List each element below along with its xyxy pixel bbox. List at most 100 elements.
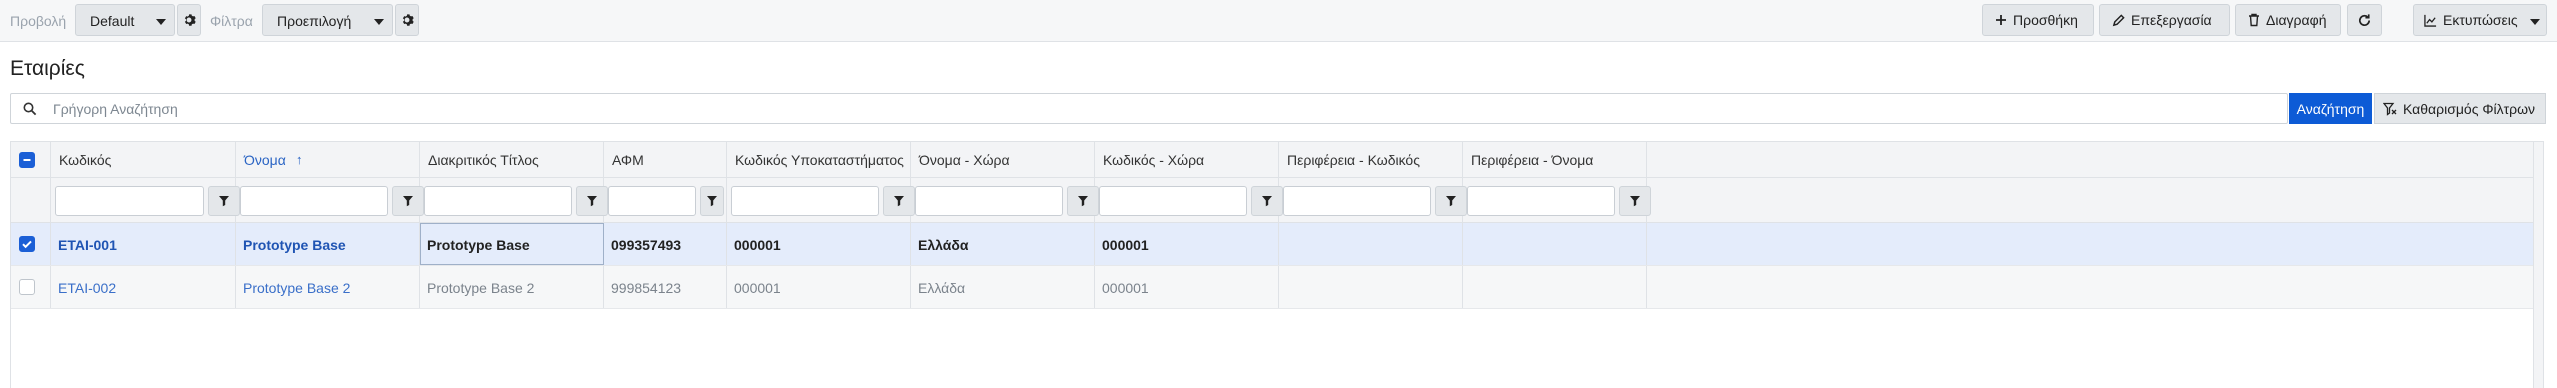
cell-region-code bbox=[1279, 266, 1463, 308]
clear-filters-button[interactable]: Καθαρισμός Φίλτρων bbox=[2374, 93, 2546, 124]
filter-input-name[interactable] bbox=[240, 186, 388, 216]
select-all-checkbox[interactable] bbox=[19, 152, 35, 168]
cell-branch-code: 000001 bbox=[727, 223, 911, 265]
quick-search-input[interactable] bbox=[53, 95, 2253, 122]
filter-input-region-code[interactable] bbox=[1283, 186, 1431, 216]
gear-icon bbox=[402, 14, 414, 26]
cell-name: Prototype Base 2 bbox=[236, 266, 420, 308]
filter-button-vat[interactable] bbox=[700, 186, 724, 216]
plus-icon bbox=[1996, 15, 2006, 25]
caret-down-icon bbox=[374, 19, 384, 25]
filter-button-region-name[interactable] bbox=[1619, 186, 1651, 216]
caret-down-icon bbox=[156, 19, 166, 25]
cell-distinctive-title[interactable]: Prototype Base bbox=[420, 223, 604, 265]
grid-filter-row bbox=[11, 178, 2543, 223]
filter-input-country-name[interactable] bbox=[915, 186, 1063, 216]
filter-clear-icon bbox=[2383, 102, 2397, 116]
clear-filters-label: Καθαρισμός Φίλτρων bbox=[2403, 100, 2536, 117]
column-header-label: ΑΦΜ bbox=[612, 152, 644, 168]
companies-grid: Κωδικός Όνομα ↑ Διακριτικός Τίτλος ΑΦΜ Κ… bbox=[10, 141, 2544, 388]
company-code-link[interactable]: ETAI-001 bbox=[58, 237, 117, 253]
filter-input-branch-code[interactable] bbox=[731, 186, 879, 216]
cell-region-name bbox=[1463, 266, 1647, 308]
print-dropdown[interactable]: Εκτυπώσεις bbox=[2413, 4, 2547, 36]
pencil-icon bbox=[2112, 13, 2125, 26]
column-header-region-name[interactable]: Περιφέρεια - Όνομα bbox=[1463, 142, 1647, 177]
filter-icon bbox=[219, 196, 229, 207]
cell-value: 000001 bbox=[1102, 237, 1149, 253]
column-header-label: Όνομα bbox=[244, 152, 286, 168]
filter-cell-country-name bbox=[911, 178, 1099, 222]
search-icon bbox=[23, 102, 37, 116]
quick-search-box bbox=[10, 93, 2288, 124]
row-checkbox[interactable] bbox=[19, 279, 35, 295]
view-dropdown[interactable]: Default bbox=[75, 4, 175, 36]
filter-cell-region-name bbox=[1463, 178, 1651, 222]
page-title: Εταιρίες bbox=[10, 57, 85, 80]
minus-icon bbox=[23, 159, 31, 161]
view-settings-button[interactable] bbox=[177, 4, 201, 36]
cell-code: ETAI-002 bbox=[51, 266, 236, 308]
column-header-code[interactable]: Κωδικός bbox=[51, 142, 236, 177]
filter-input-vat[interactable] bbox=[608, 186, 696, 216]
column-header-country-name[interactable]: Όνομα - Χώρα bbox=[911, 142, 1095, 177]
filter-dropdown-value: Προεπιλογή bbox=[277, 13, 352, 29]
row-checkbox[interactable] bbox=[19, 236, 35, 252]
print-dropdown-label: Εκτυπώσεις bbox=[2443, 12, 2518, 28]
delete-button[interactable]: Διαγραφή bbox=[2235, 4, 2341, 36]
column-header-branch-code[interactable]: Κωδικός Υποκαταστήματος bbox=[727, 142, 911, 177]
filter-settings-button[interactable] bbox=[395, 4, 419, 36]
filter-cell-code bbox=[51, 178, 240, 222]
cell-code: ETAI-001 bbox=[51, 223, 236, 265]
table-row[interactable]: ETAI-002 Prototype Base 2 Prototype Base… bbox=[11, 266, 2543, 309]
row-select-cell bbox=[11, 223, 51, 265]
filter-icon bbox=[403, 196, 413, 207]
filter-cell-vat bbox=[604, 178, 727, 222]
filter-cell-branch-code bbox=[727, 178, 915, 222]
filter-input-country-code[interactable] bbox=[1099, 186, 1247, 216]
column-header-vat[interactable]: ΑΦΜ bbox=[604, 142, 727, 177]
column-header-name[interactable]: Όνομα ↑ bbox=[236, 142, 420, 177]
select-all-cell bbox=[11, 142, 51, 177]
filter-input-code[interactable] bbox=[55, 186, 204, 216]
view-dropdown-value: Default bbox=[90, 13, 135, 29]
trash-icon bbox=[2249, 13, 2259, 27]
grid-vertical-scrollbar[interactable] bbox=[2533, 142, 2543, 388]
column-header-distinctive-title[interactable]: Διακριτικός Τίτλος bbox=[420, 142, 604, 177]
cell-distinctive-title: Prototype Base 2 bbox=[420, 266, 604, 308]
refresh-icon bbox=[2359, 13, 2371, 26]
cell-value: Ελλάδα bbox=[918, 237, 969, 253]
cell-value: 000001 bbox=[734, 280, 781, 296]
edit-button-label: Επεξεργασία bbox=[2131, 12, 2212, 28]
company-name-link[interactable]: Prototype Base bbox=[243, 237, 346, 253]
gear-icon bbox=[184, 14, 196, 26]
column-header-country-code[interactable]: Κωδικός - Χώρα bbox=[1095, 142, 1279, 177]
cell-country-name: Ελλάδα bbox=[911, 266, 1095, 308]
column-header-label: Περιφέρεια - Κωδικός bbox=[1287, 152, 1420, 168]
cell-country-code: 000001 bbox=[1095, 266, 1279, 308]
cell-vat: 999854123 bbox=[604, 266, 727, 308]
filter-cell-country-code bbox=[1095, 178, 1283, 222]
table-row[interactable]: ETAI-001 Prototype Base Prototype Base 0… bbox=[11, 223, 2543, 266]
cell-value: Prototype Base 2 bbox=[427, 280, 535, 296]
company-name-link[interactable]: Prototype Base 2 bbox=[243, 280, 350, 296]
cell-vat: 099357493 bbox=[604, 223, 727, 265]
filter-input-distinctive-title[interactable] bbox=[424, 186, 572, 216]
add-button[interactable]: Προσθήκη bbox=[1982, 4, 2094, 36]
column-header-region-code[interactable]: Περιφέρεια - Κωδικός bbox=[1279, 142, 1463, 177]
cell-branch-code: 000001 bbox=[727, 266, 911, 308]
filter-icon bbox=[707, 196, 717, 207]
cell-name: Prototype Base bbox=[236, 223, 420, 265]
search-button[interactable]: Αναζήτηση bbox=[2289, 93, 2372, 124]
cell-region-code bbox=[1279, 223, 1463, 265]
column-header-label: Όνομα - Χώρα bbox=[919, 152, 1010, 168]
cell-value: 000001 bbox=[1102, 280, 1149, 296]
checkmark-icon bbox=[22, 240, 32, 249]
cell-value: Ελλάδα bbox=[918, 280, 966, 296]
cell-value: 099357493 bbox=[611, 237, 682, 253]
refresh-button[interactable] bbox=[2347, 4, 2382, 36]
company-code-link[interactable]: ETAI-002 bbox=[58, 280, 116, 296]
filter-input-region-name[interactable] bbox=[1467, 186, 1615, 216]
edit-button[interactable]: Επεξεργασία bbox=[2099, 4, 2230, 36]
filter-dropdown[interactable]: Προεπιλογή bbox=[262, 4, 393, 36]
